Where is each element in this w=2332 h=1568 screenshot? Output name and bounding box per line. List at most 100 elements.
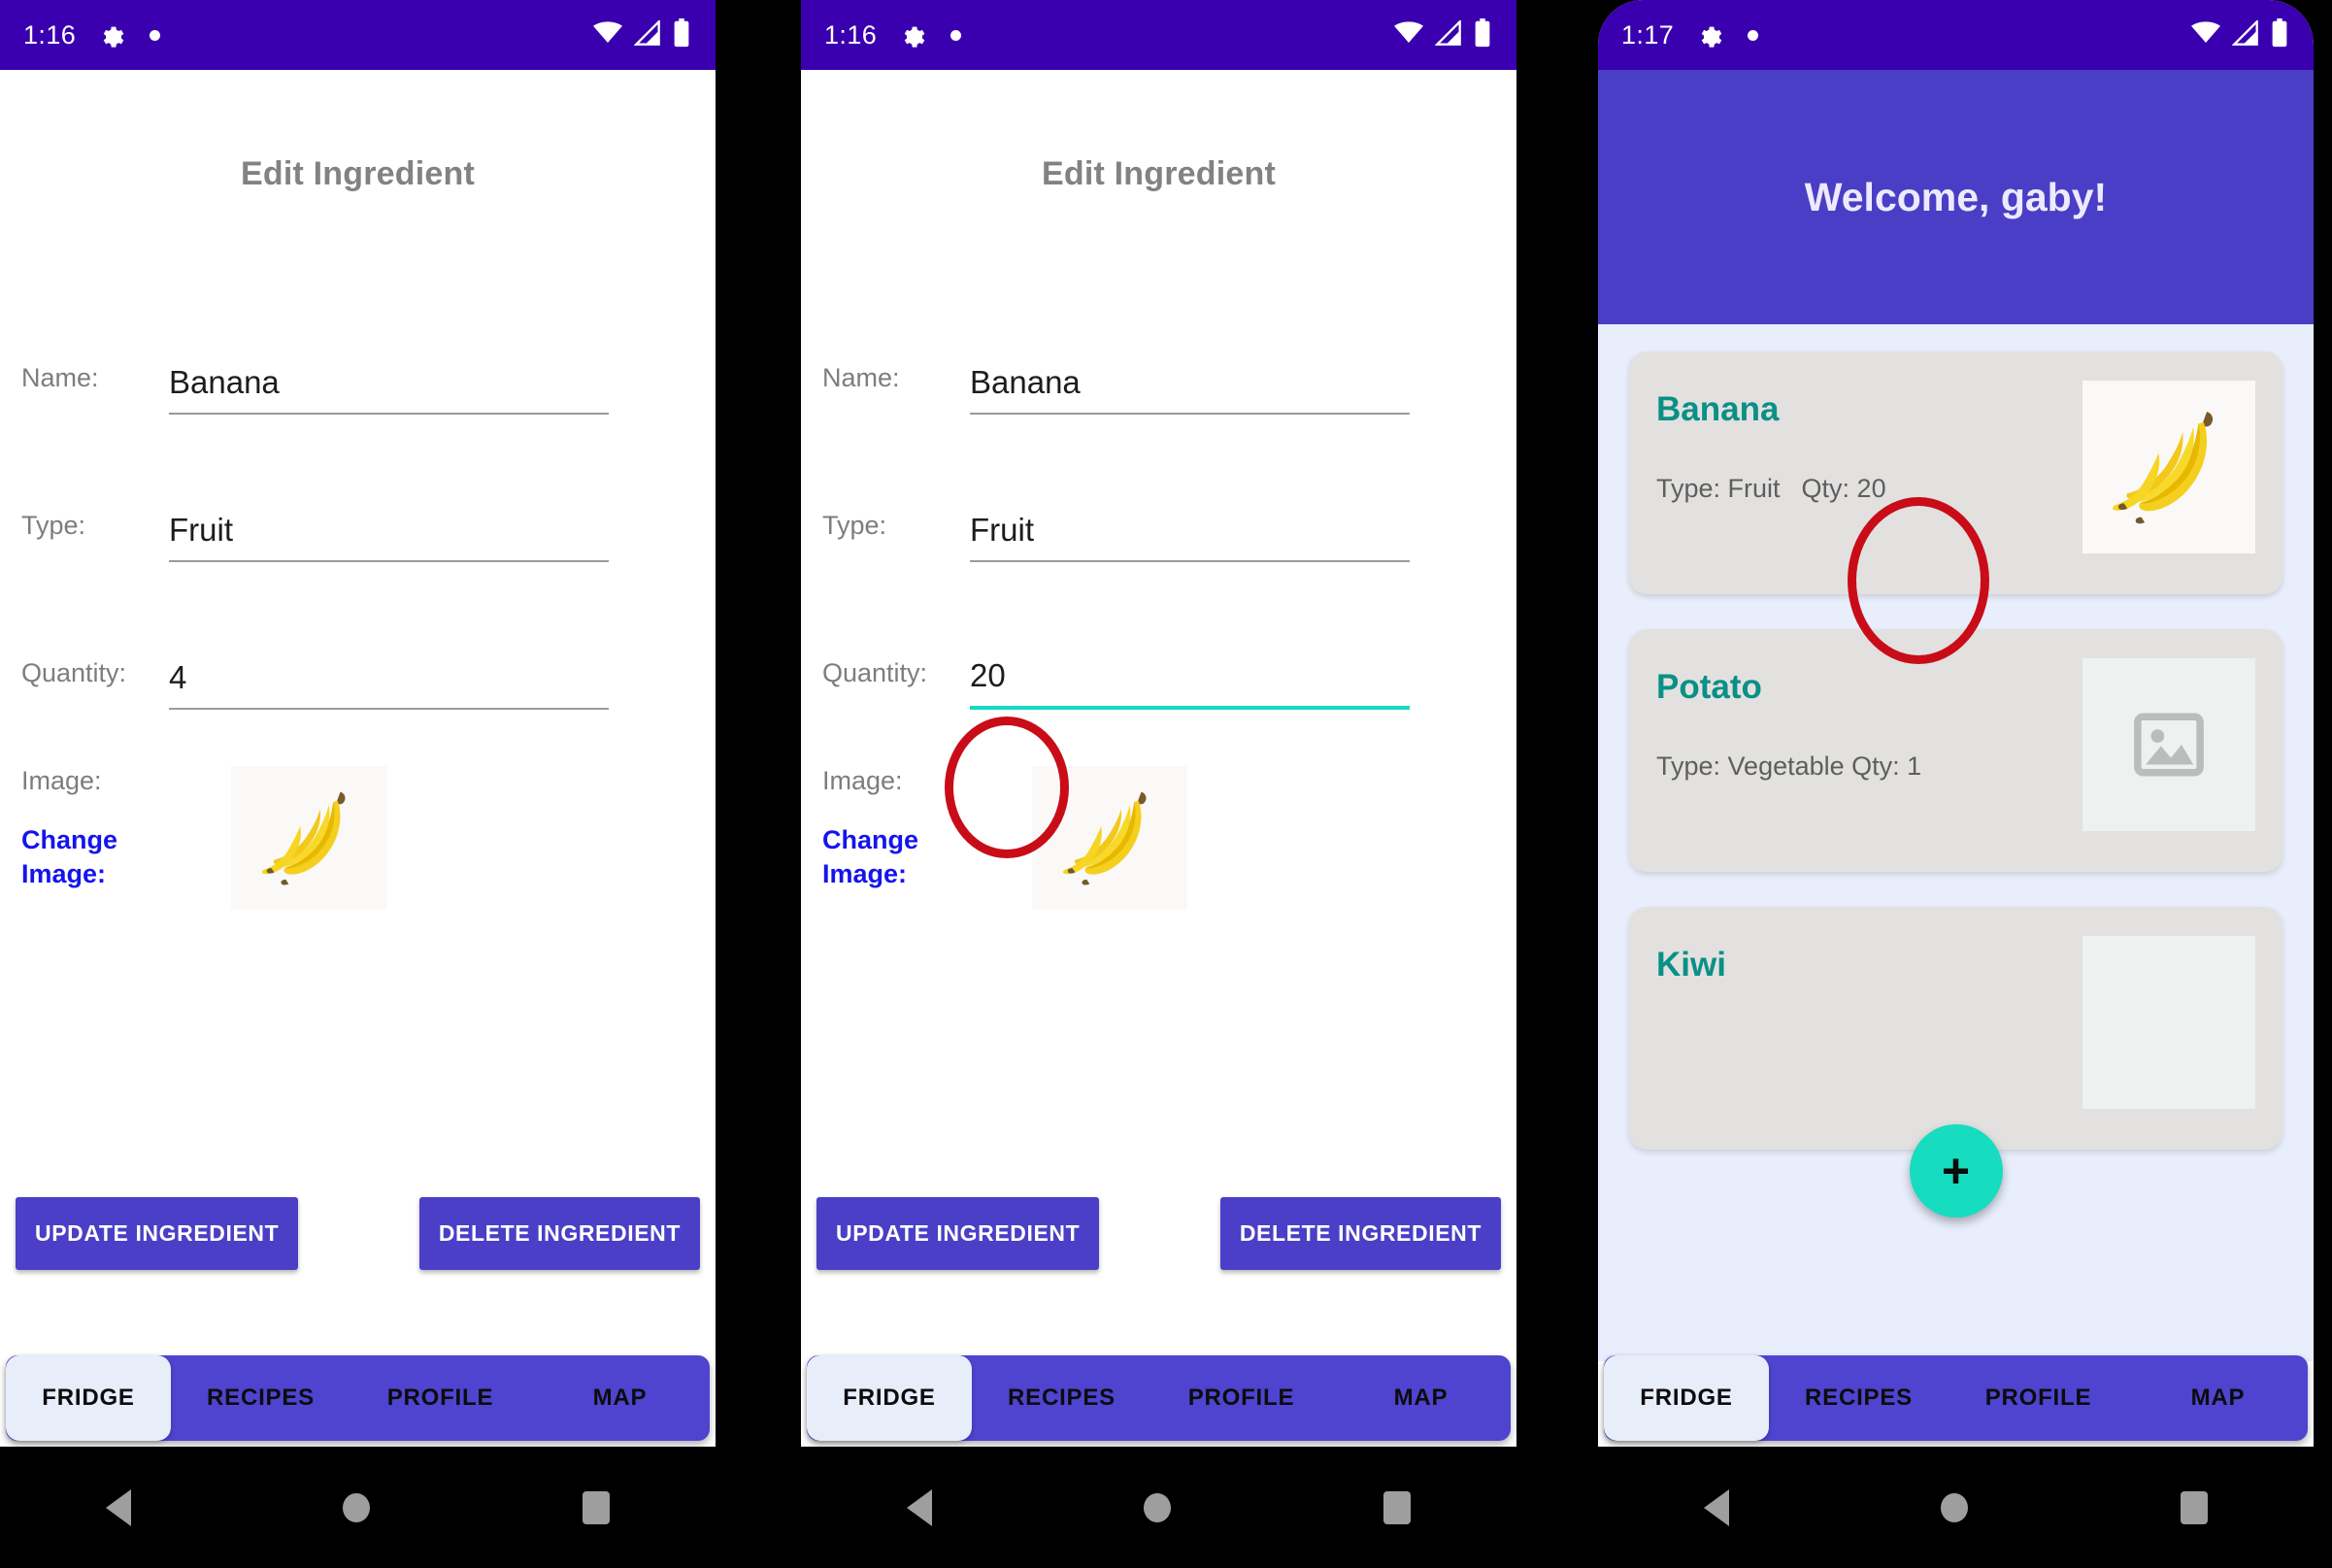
list-item[interactable]: Potato Type: Vegetable Qty: 1 [1629, 629, 2282, 872]
image-label: Image: [21, 766, 102, 795]
tab-recipes[interactable]: RECIPES [972, 1355, 1151, 1441]
type-underline [169, 560, 609, 562]
status-bar: 1:16 [0, 0, 716, 70]
plus-icon: + [1941, 1144, 1971, 1198]
home-icon[interactable] [1941, 1492, 1969, 1522]
edit-ingredient-screen: Edit Ingredient Name: Banana Type: Fruit [801, 70, 1516, 1361]
quantity-field[interactable]: 4 [169, 659, 694, 710]
update-ingredient-button[interactable]: UPDATE INGREDIENT [16, 1197, 299, 1270]
battery-icon [2271, 17, 2288, 52]
tab-map[interactable]: MAP [2128, 1355, 2308, 1441]
phone-3: 1:17 Welcome, gaby! Banana Type: Fruit Q… [1598, 0, 2314, 1568]
phone-1: 1:16 Edit Ingredient Name: Banana Type: … [0, 0, 716, 1568]
home-icon[interactable] [1144, 1492, 1172, 1522]
delete-ingredient-button[interactable]: DELETE INGREDIENT [418, 1197, 700, 1270]
card-title: Kiwi [1656, 946, 1726, 984]
dot-icon [1748, 29, 1759, 41]
edit-ingredient-screen: Edit Ingredient Name: Banana Type: Fruit [0, 70, 716, 1361]
field-row-name: Name: Banana [21, 267, 694, 415]
action-buttons: UPDATE INGREDIENT DELETE INGREDIENT [0, 1197, 716, 1270]
status-bar: 1:16 [801, 0, 1516, 70]
bottom-tab-bar: FRIDGE RECIPES PROFILE MAP [6, 1355, 710, 1441]
card-meta: Type: Fruit Qty: 20 [1656, 474, 2082, 504]
update-ingredient-button[interactable]: UPDATE INGREDIENT [816, 1197, 1100, 1270]
wifi-icon [593, 20, 622, 50]
quantity-underline-focused [970, 706, 1410, 710]
dot-icon [950, 29, 962, 41]
change-image-link[interactable]: Change Image: [822, 823, 925, 890]
tab-map[interactable]: MAP [1331, 1355, 1511, 1441]
add-ingredient-fab[interactable]: + [1909, 1124, 2003, 1218]
image-placeholder-icon [2134, 713, 2204, 777]
name-label: Name: [822, 363, 900, 392]
type-value: Fruit [169, 512, 233, 548]
phone-2-screen: 1:16 Edit Ingredient Name: Banana Type: … [801, 0, 1516, 1447]
bottom-tab-bar: FRIDGE RECIPES PROFILE MAP [807, 1355, 1511, 1441]
gear-icon [97, 21, 124, 49]
welcome-header: Welcome, gaby! [1598, 70, 2314, 324]
name-value: Banana [169, 364, 280, 400]
page-title: Edit Ingredient [241, 155, 475, 192]
ingredient-form: Name: Banana Type: Fruit [801, 267, 1516, 710]
battery-icon [673, 17, 690, 52]
status-right-icons [1394, 17, 1491, 52]
ingredient-thumbnail[interactable] [231, 766, 386, 910]
gear-icon [1695, 21, 1722, 49]
android-nav-bar [801, 1447, 1516, 1568]
card-thumbnail[interactable] [2082, 381, 2255, 553]
ingredient-thumbnail[interactable] [1032, 766, 1187, 910]
list-item[interactable]: Banana Type: Fruit Qty: 20 [1629, 351, 2282, 594]
type-field[interactable]: Fruit [970, 512, 1495, 562]
page-title: Edit Ingredient [1042, 155, 1276, 192]
field-row-type: Type: Fruit [21, 415, 694, 562]
home-icon[interactable] [343, 1492, 371, 1522]
name-field[interactable]: Banana [169, 364, 694, 415]
change-image-link[interactable]: Change Image: [21, 823, 124, 890]
tab-recipes[interactable]: RECIPES [1769, 1355, 1949, 1441]
back-icon[interactable] [1704, 1488, 1730, 1526]
tab-profile[interactable]: PROFILE [1151, 1355, 1331, 1441]
quantity-field[interactable]: 20 [970, 657, 1495, 710]
phone-2: 1:16 Edit Ingredient Name: Banana Type: … [801, 0, 1516, 1568]
card-qty: Qty: 20 [1801, 474, 1886, 503]
ingredient-list[interactable]: Banana Type: Fruit Qty: 20 Potato Type: … [1598, 324, 2314, 1361]
tab-fridge[interactable]: FRIDGE [6, 1355, 171, 1441]
back-icon[interactable] [907, 1488, 933, 1526]
card-thumbnail-placeholder[interactable] [2082, 658, 2255, 831]
name-label: Name: [21, 363, 99, 392]
type-value: Fruit [970, 512, 1034, 548]
phone-3-screen: 1:17 Welcome, gaby! Banana Type: Fruit Q… [1598, 0, 2314, 1447]
card-type: Type: Fruit [1656, 474, 1781, 503]
tab-profile[interactable]: PROFILE [350, 1355, 530, 1441]
tab-fridge[interactable]: FRIDGE [807, 1355, 972, 1441]
ingredient-form: Name: Banana Type: Fruit [0, 267, 716, 710]
card-type: Type: Vegetable [1656, 751, 1845, 781]
card-thumbnail-placeholder[interactable] [2082, 936, 2255, 1109]
list-item[interactable]: Kiwi [1629, 907, 2282, 1150]
delete-ingredient-button[interactable]: DELETE INGREDIENT [1219, 1197, 1501, 1270]
screenshot-stage: 1:16 Edit Ingredient Name: Banana Type: … [0, 0, 2332, 1568]
status-time: 1:16 [23, 19, 77, 50]
tab-fridge[interactable]: FRIDGE [1604, 1355, 1769, 1441]
field-row-quantity: Quantity: 4 [21, 562, 694, 710]
tab-recipes[interactable]: RECIPES [171, 1355, 350, 1441]
recents-icon[interactable] [2180, 1490, 2208, 1524]
image-labels: Image: Change Image: [21, 766, 169, 890]
image-row: Image: Change Image: [0, 766, 716, 910]
type-field[interactable]: Fruit [169, 512, 694, 562]
recents-icon[interactable] [1383, 1490, 1411, 1524]
card-text: Banana Type: Fruit Qty: 20 [1656, 381, 2082, 504]
field-row-name: Name: Banana [822, 267, 1495, 415]
back-icon[interactable] [106, 1488, 132, 1526]
card-text: Potato Type: Vegetable Qty: 1 [1656, 658, 2082, 782]
image-labels: Image: Change Image: [822, 766, 970, 890]
banana-image [237, 766, 381, 910]
tab-profile[interactable]: PROFILE [1949, 1355, 2128, 1441]
name-underline [169, 413, 609, 415]
status-bar: 1:17 [1598, 0, 2314, 70]
image-row: Image: Change Image: [801, 766, 1516, 910]
recents-icon[interactable] [582, 1490, 610, 1524]
tab-map[interactable]: MAP [530, 1355, 710, 1441]
name-field[interactable]: Banana [970, 364, 1495, 415]
image-label: Image: [822, 766, 903, 795]
